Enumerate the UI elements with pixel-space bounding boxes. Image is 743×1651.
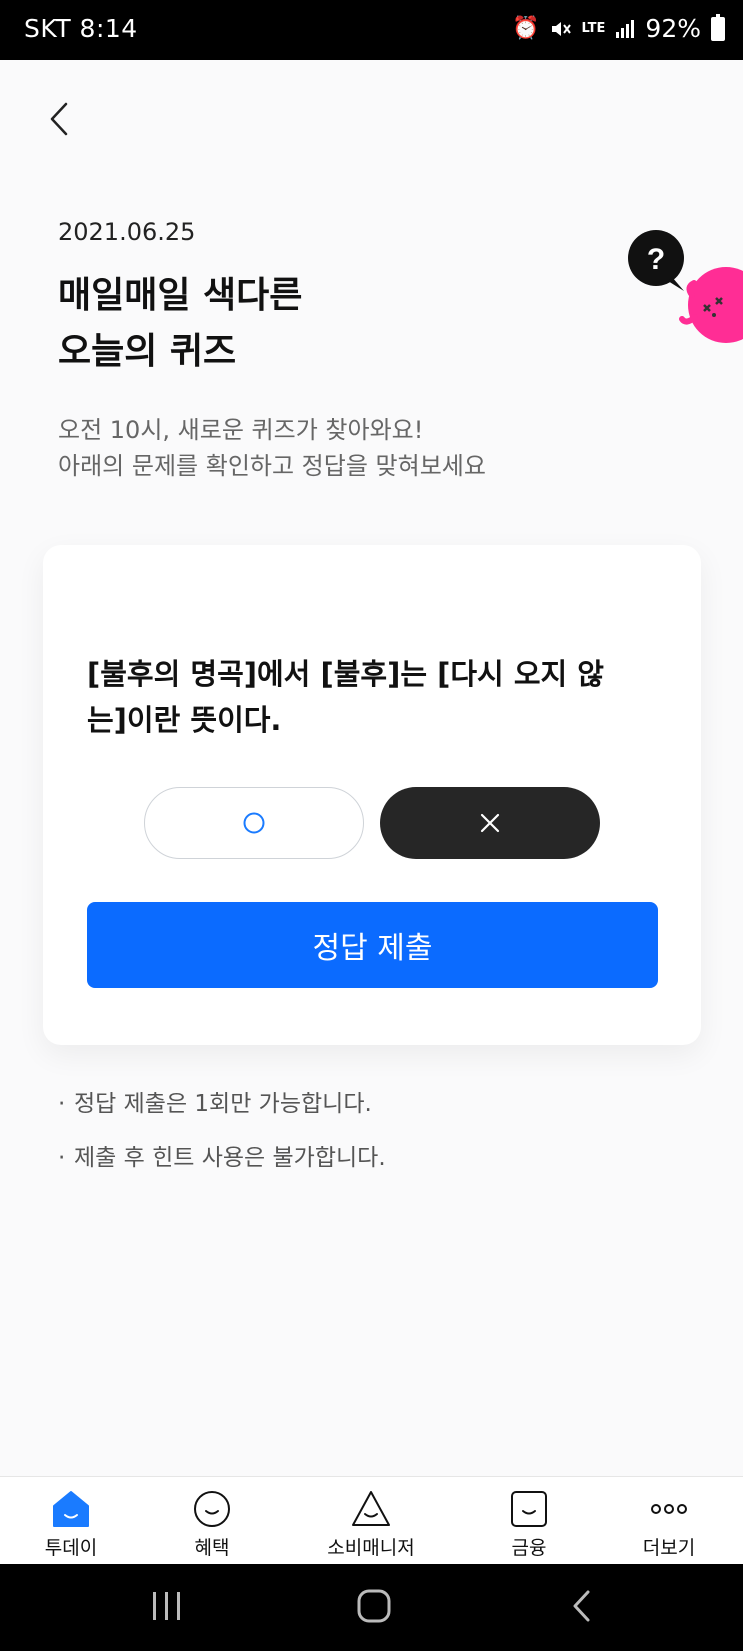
network-label: LTE: [581, 20, 606, 36]
page-subtitle: 오전 10시, 새로운 퀴즈가 찾아와요! 아래의 문제를 확인하고 정답을 맞…: [58, 412, 486, 484]
tab-label: 투데이: [44, 1537, 98, 1559]
subtitle-line-1: 오전 10시, 새로운 퀴즈가 찾아와요!: [58, 416, 424, 444]
smile-triangle-icon: [352, 1491, 390, 1526]
bullet-dot: ·: [58, 1091, 66, 1117]
note-item: · 정답 제출은 1회만 가능합니다.: [58, 1085, 386, 1139]
tab-label: 혜택: [194, 1537, 230, 1559]
recent-apps-button[interactable]: [136, 1584, 196, 1630]
question-line-1: [불후의 명곡]에서 [불후]는 [다시 오지 않: [87, 657, 604, 691]
home-system-button[interactable]: [344, 1584, 404, 1630]
note-text: 정답 제출은 1회만 가능합니다.: [74, 1091, 372, 1117]
quiz-mascot-illustration: ?: [628, 230, 743, 343]
note-item: · 제출 후 힌트 사용은 불가합니다.: [58, 1139, 386, 1193]
status-icons: ⏰ LTE 92%: [512, 13, 725, 43]
signal-icon: [616, 19, 635, 38]
battery-percent: 92%: [645, 14, 701, 43]
title-line-1: 매일매일 색다른: [58, 275, 303, 316]
battery-icon: [711, 13, 725, 41]
tab-label: 금융: [511, 1537, 547, 1559]
answer-x-button[interactable]: [380, 787, 600, 859]
quiz-notes: · 정답 제출은 1회만 가능합니다. · 제출 후 힌트 사용은 불가합니다.: [58, 1085, 386, 1193]
tab-more[interactable]: 더보기: [609, 1477, 729, 1565]
page-title: 매일매일 색다른 오늘의 퀴즈: [58, 268, 302, 380]
tab-benefits[interactable]: 혜택: [152, 1477, 272, 1565]
bullet-dot: ·: [58, 1145, 66, 1171]
tab-today[interactable]: 투데이: [11, 1477, 131, 1565]
submit-answer-button[interactable]: 정답 제출: [87, 902, 658, 988]
alarm-icon: ⏰: [512, 16, 540, 41]
smile-circle-icon: [194, 1491, 230, 1527]
tab-spending-manager[interactable]: 소비매니저: [311, 1477, 431, 1565]
more-dots-icon: [651, 1504, 687, 1514]
svg-text:?: ?: [647, 243, 665, 276]
answer-o-button[interactable]: [144, 787, 364, 859]
back-button[interactable]: [40, 96, 80, 142]
recent-apps-icon: [153, 1592, 180, 1620]
mute-icon: [551, 21, 571, 36]
back-chevron-icon: [573, 1590, 590, 1622]
title-line-2: 오늘의 퀴즈: [58, 331, 237, 372]
smile-square-icon: [511, 1491, 547, 1527]
home-icon: [53, 1491, 89, 1527]
note-text: 제출 후 힌트 사용은 불가합니다.: [74, 1145, 386, 1171]
status-bar: SKT 8:14 ⏰ LTE 92%: [0, 0, 743, 60]
home-circle-icon: [357, 1589, 391, 1623]
system-back-button[interactable]: [553, 1584, 613, 1630]
status-carrier-time: SKT 8:14: [24, 14, 138, 43]
main-content: 2021.06.25 매일매일 색다른 오늘의 퀴즈 오전 10시, 새로운 퀴…: [0, 60, 743, 1476]
circle-o-icon: [243, 812, 265, 834]
tab-finance[interactable]: 금융: [469, 1477, 589, 1565]
quiz-question: [불후의 명곡]에서 [불후]는 [다시 오지 않 는]이란 뜻이다.: [87, 651, 667, 743]
subtitle-line-2: 아래의 문제를 확인하고 정답을 맞혀보세요: [58, 452, 486, 480]
question-line-2: 는]이란 뜻이다.: [87, 703, 282, 737]
quiz-card: [불후의 명곡]에서 [불후]는 [다시 오지 않 는]이란 뜻이다. 정답 제…: [43, 545, 701, 1045]
x-mark-icon: [480, 813, 500, 833]
tab-label: 더보기: [642, 1537, 696, 1559]
chevron-left-icon: [50, 102, 68, 136]
system-navigation-bar: [0, 1564, 743, 1651]
quiz-date: 2021.06.25: [58, 218, 196, 246]
tab-label: 소비매니저: [327, 1537, 415, 1559]
bottom-tab-bar: 투데이 혜택 소비매니저 금융 더보기: [0, 1476, 743, 1564]
